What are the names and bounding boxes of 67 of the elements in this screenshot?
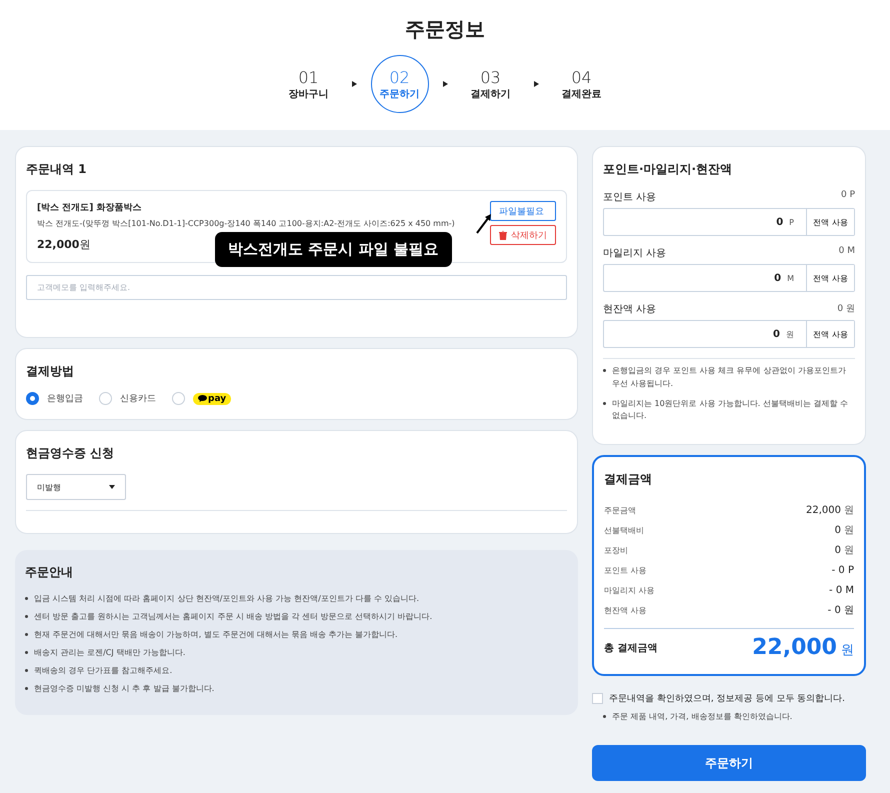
use-all-button[interactable]: 전액 사용 (806, 265, 854, 291)
summary-label: 마일리지 사용 (604, 584, 655, 596)
field-label: 현잔액 사용 (603, 303, 656, 316)
summary-label: 현잔액 사용 (604, 604, 647, 616)
field-label: 마일리지 사용 (603, 247, 666, 260)
delete-button[interactable]: 삭제하기 (490, 225, 556, 245)
triangle-icon (352, 81, 356, 87)
section-title: 결제방법 (26, 363, 75, 380)
note-text: 은행입금의 경우 포인트 사용 체크 유무에 상관없이 가용포인트가 우선 사용됩니다. (612, 365, 847, 390)
guide-text: 현금영수증 미발행 신청 시 추 후 발급 불가합니다. (34, 683, 214, 694)
step: 01 장바구니 (280, 55, 338, 113)
item-price: 22,000원 (37, 237, 90, 252)
trash-icon (499, 230, 507, 240)
section-title: 현금영수증 신청 (26, 445, 116, 462)
item-spec: 박스 전개도-(맞뚜껑 박스[101-No.D1-1]-CCP300g-장140 폭140 고100-용지:A2-전개도 사이즈:625 x 450 mm-) (37, 218, 455, 229)
summary-label: 포장비 (604, 544, 628, 556)
page-title: 주문정보 (405, 16, 485, 43)
summary-label: 포인트 사용 (604, 564, 647, 576)
use-all-button[interactable]: 전액 사용 (806, 209, 854, 235)
agreement-note: 주문 제품 내역, 가격, 배송정보를 확인하였습니다. (612, 711, 792, 722)
summary-value: 0 원 (834, 524, 854, 538)
step: 04 결제완료 (552, 55, 610, 113)
amount-field[interactable]: 0 원 전액 사용 (603, 320, 855, 348)
guide-text: 퀵배송의 경우 단가표를 참고해주세요. (34, 665, 172, 676)
step: 03 결제하기 (462, 55, 520, 113)
memo-field[interactable]: 고객메모를 입력해주세요. (26, 275, 567, 300)
radio-label: 은행입금 (47, 393, 83, 405)
summary-value: 22,000 원 (806, 504, 854, 518)
triangle-icon (442, 81, 448, 87)
guide-text: 센터 방문 출고를 원하시는 고객님께서는 홈페이지 주문 시 배송 방법을 각 센터 방문으로 선택하시기 바랍니다. (34, 611, 432, 622)
field-label: 포인트 사용 (603, 191, 656, 204)
summary-label: 주문금액 (604, 504, 636, 516)
note-text: 마일리지는 10원단위로 사용 가능합니다. 선불택배비는 결제할 수 없습니다. (612, 398, 849, 422)
pay-logo: pay (193, 392, 232, 404)
guide-text: 입금 시스템 처리 시점에 따라 홈페이지 상단 현잔액/포인트와 사용 가능 현잔액/포인트가 다를 수 있습니다. (34, 593, 419, 604)
checkbox[interactable] (592, 693, 603, 704)
total-label: 총 결제금액 (604, 642, 658, 655)
caret-icon (109, 485, 115, 489)
section-title: 주문내역 1 (26, 161, 88, 178)
summary-label: 선불택배비 (604, 524, 644, 536)
step: 02 주문하기 (370, 55, 428, 113)
file-button[interactable]: 파일불필요 (490, 201, 556, 221)
agreement-label: 주문내역을 확인하였으며, 정보제공 등에 모두 동의합니다. (609, 693, 846, 706)
order-button[interactable]: 주문하기 (592, 745, 866, 782)
summary-value: - 0 P (832, 564, 854, 576)
guide-text: 배송지 관리는 로젠/CJ 택배만 가능합니다. (34, 647, 186, 658)
total-amount: 22,000 원 (752, 635, 854, 660)
arrow-icon (476, 212, 492, 234)
summary-value: - 0 M (829, 584, 854, 596)
amount-field[interactable]: 0 M 전액 사용 (603, 264, 855, 292)
use-all-button[interactable]: 전액 사용 (806, 321, 854, 347)
summary-value: - 0 원 (828, 604, 854, 618)
callout: 박스전개도 주문시 파일 불필요 (215, 232, 452, 267)
radio[interactable] (26, 392, 39, 405)
item-name: [박스 전개도] 화장품박스 (37, 202, 142, 214)
guide-text: 현재 주문건에 대해서만 묶음 배송이 가능하며, 별도 주문건에 대해서는 묶음 배송 추가는 불가합니다. (34, 629, 398, 640)
available-amount: 0 M (838, 246, 855, 258)
section-title: 결제금액 (604, 471, 653, 488)
summary-value: 0 원 (834, 544, 854, 558)
receipt-select[interactable]: 미발행 (26, 474, 126, 500)
available-amount: 0 P (840, 190, 855, 202)
section-title: 주문안내 (25, 564, 74, 581)
radio-label: 신용카드 (120, 393, 156, 405)
amount-field[interactable]: 0 P 전액 사용 (603, 208, 855, 236)
triangle-icon (534, 81, 538, 87)
available-amount: 0 원 (837, 303, 855, 316)
section-title: 포인트·마일리지·현잔액 (603, 161, 734, 178)
